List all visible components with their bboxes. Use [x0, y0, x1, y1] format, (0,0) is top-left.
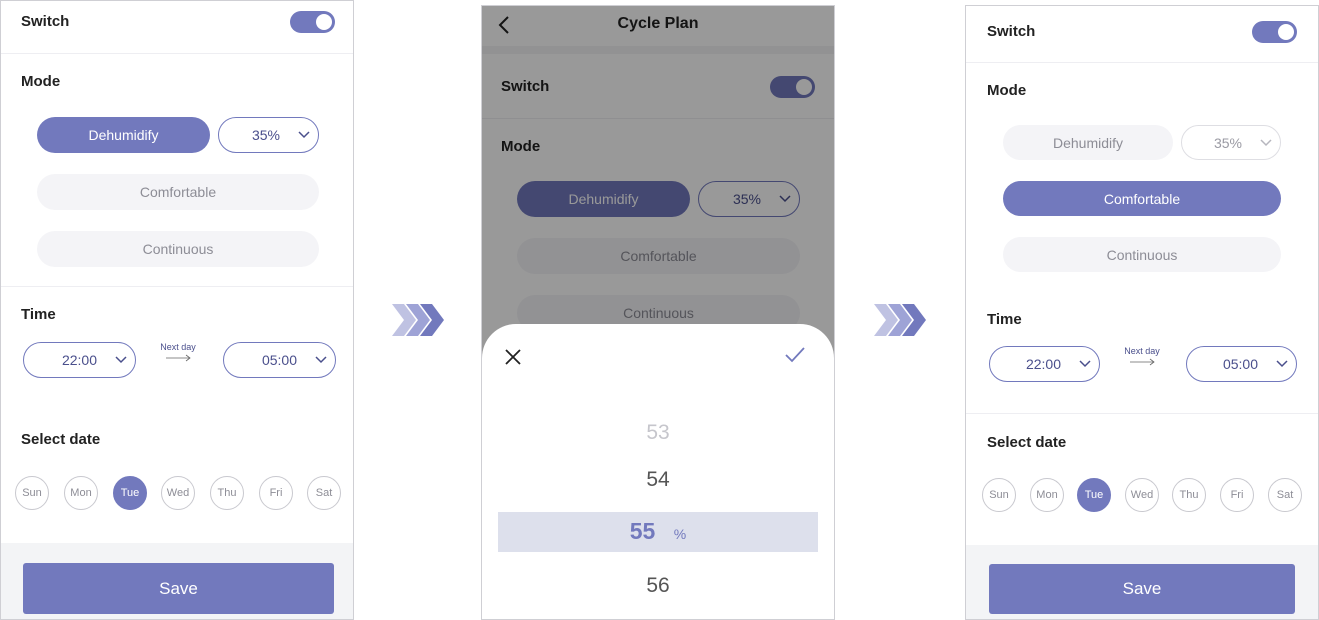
- chevron-down-icon: [1071, 360, 1099, 368]
- start-time-value: 22:00: [1025, 356, 1061, 372]
- switch-toggle[interactable]: [290, 11, 335, 33]
- mode-label: Mode: [987, 82, 1027, 99]
- mode-dehumidify-button[interactable]: Dehumidify: [1003, 125, 1173, 160]
- humidity-picker-sheet: 53 54 55 % 56: [482, 324, 834, 619]
- day-thu[interactable]: Thu: [210, 476, 244, 510]
- next-day-indicator: Next day: [150, 342, 206, 362]
- picker-unit: %: [673, 526, 687, 542]
- switch-toggle[interactable]: [1252, 21, 1297, 43]
- humidity-dropdown[interactable]: 35%: [218, 117, 319, 153]
- humidity-value: 35%: [251, 127, 280, 143]
- day-tue[interactable]: Tue: [113, 476, 147, 510]
- day-sat[interactable]: Sat: [1268, 478, 1302, 512]
- chevron-down-icon: [1252, 138, 1280, 147]
- humidity-value: 35%: [1213, 134, 1242, 151]
- mode-continuous-button[interactable]: Continuous: [1003, 237, 1281, 272]
- mode-comfortable-button[interactable]: Comfortable: [1003, 181, 1281, 216]
- picker-item[interactable]: 56: [482, 574, 834, 598]
- day-mon[interactable]: Mon: [64, 476, 98, 510]
- next-day-label: Next day: [1124, 346, 1160, 356]
- save-button[interactable]: Save: [989, 564, 1295, 614]
- picker-selected-value: 55: [629, 518, 656, 544]
- toggle-knob: [1278, 24, 1294, 40]
- day-thu[interactable]: Thu: [1172, 478, 1206, 512]
- time-label: Time: [21, 306, 56, 323]
- day-wed[interactable]: Wed: [1125, 478, 1159, 512]
- divider: [966, 413, 1318, 414]
- screen-2: Cycle Plan Switch Mode Dehumidify 35% Co…: [481, 5, 835, 620]
- select-date-label: Select date: [21, 431, 101, 448]
- humidity-dropdown[interactable]: 35%: [1181, 125, 1281, 160]
- day-tue[interactable]: Tue: [1077, 478, 1111, 512]
- double-chevron-right-icon: [390, 300, 446, 340]
- day-sun[interactable]: Sun: [15, 476, 49, 510]
- day-fri[interactable]: Fri: [1220, 478, 1254, 512]
- end-time-value: 05:00: [1222, 356, 1258, 372]
- switch-label: Switch: [987, 23, 1036, 40]
- picker-item[interactable]: 53: [482, 421, 834, 445]
- next-day-indicator: Next day: [1114, 346, 1170, 366]
- screen-3: Switch Mode Dehumidify 35% Comfortable C…: [965, 5, 1319, 620]
- day-fri[interactable]: Fri: [259, 476, 293, 510]
- double-chevron-right-icon: [872, 300, 928, 340]
- arrow-right-icon: [166, 354, 191, 362]
- mode-dehumidify-button[interactable]: Dehumidify: [37, 117, 210, 153]
- select-date-label: Select date: [987, 434, 1067, 451]
- check-icon[interactable]: [784, 346, 806, 369]
- chevron-down-icon: [307, 356, 335, 364]
- day-sun[interactable]: Sun: [982, 478, 1016, 512]
- chevron-down-icon: [1268, 360, 1296, 368]
- time-label: Time: [987, 311, 1022, 328]
- mode-comfortable-button[interactable]: Comfortable: [37, 174, 319, 210]
- toggle-knob: [316, 14, 332, 30]
- end-time-dropdown[interactable]: 05:00: [223, 342, 336, 378]
- next-day-label: Next day: [160, 342, 196, 352]
- picker-item[interactable]: 54: [482, 468, 834, 492]
- divider: [1, 286, 353, 287]
- end-time-dropdown[interactable]: 05:00: [1186, 346, 1297, 382]
- screen-1: Switch Mode Dehumidify 35% Comfortable C…: [0, 0, 354, 620]
- day-sat[interactable]: Sat: [307, 476, 341, 510]
- divider: [1, 53, 353, 54]
- mode-label: Mode: [21, 73, 61, 90]
- day-mon[interactable]: Mon: [1030, 478, 1064, 512]
- save-button[interactable]: Save: [23, 563, 334, 614]
- close-icon[interactable]: [504, 348, 522, 371]
- day-wed[interactable]: Wed: [161, 476, 195, 510]
- end-time-value: 05:00: [261, 352, 297, 368]
- chevron-down-icon: [290, 131, 318, 139]
- picker-selected-row[interactable]: 55 %: [482, 518, 834, 545]
- mode-continuous-button[interactable]: Continuous: [37, 231, 319, 267]
- start-time-dropdown[interactable]: 22:00: [23, 342, 136, 378]
- start-time-dropdown[interactable]: 22:00: [989, 346, 1100, 382]
- arrow-right-icon: [1130, 358, 1155, 366]
- start-time-value: 22:00: [61, 352, 97, 368]
- divider: [966, 62, 1318, 63]
- chevron-down-icon: [107, 356, 135, 364]
- switch-label: Switch: [21, 13, 70, 30]
